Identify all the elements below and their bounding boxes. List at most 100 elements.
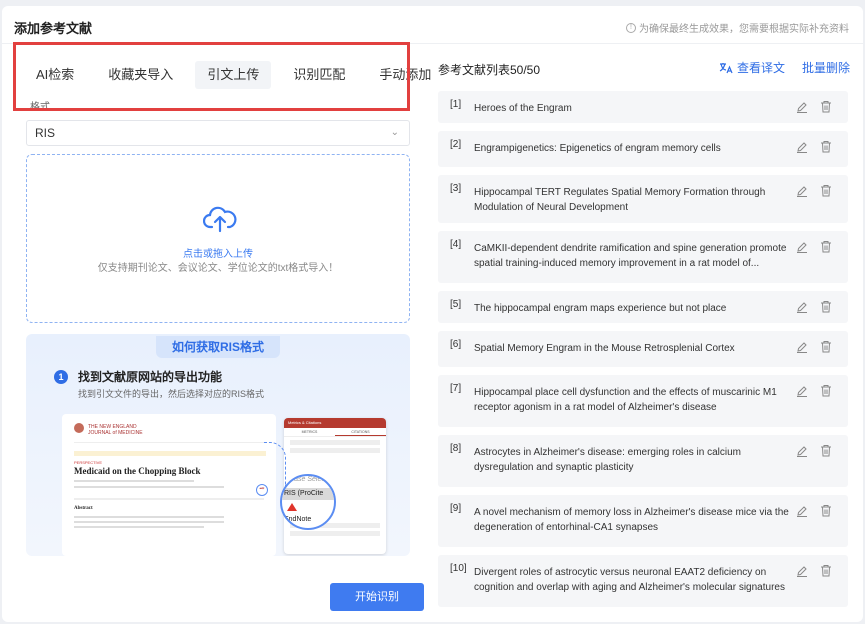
- info-icon: !: [626, 22, 636, 33]
- step-title: 找到文献原网站的导出功能: [78, 370, 223, 384]
- view-translation-button[interactable]: 查看译文: [719, 59, 785, 76]
- trash-icon[interactable]: [820, 140, 832, 153]
- article-section: PERSPECTIVE: [74, 460, 103, 465]
- popup-row: [290, 531, 380, 536]
- zoom-placeholder: Please Select: [284, 476, 327, 483]
- reference-list-title: 参考文献列表50/50: [438, 63, 541, 77]
- cite-icon: ❝❞: [256, 484, 268, 496]
- journal-name-line2: JOURNAL of MEDICINE: [88, 430, 143, 436]
- dialog-title: 添加参考文献: [14, 21, 93, 36]
- reference-number: [10]: [450, 563, 467, 574]
- step-description: 找到引文文件的导出，然后选择对应的RIS格式: [78, 389, 265, 399]
- reference-title: Astrocytes in Alzheimer's disease: emerg…: [474, 447, 742, 473]
- popup-header: Metrics & Citations: [284, 418, 386, 428]
- reference-number: [5]: [450, 299, 462, 310]
- article-meta-line: [74, 486, 224, 488]
- batch-delete-button[interactable]: 批量删除: [802, 59, 850, 76]
- trash-icon[interactable]: [820, 100, 832, 113]
- hint-text: 为确保最终生成效果，您需要根据实际补充资料: [639, 24, 849, 35]
- cloud-upload-icon: [203, 206, 237, 233]
- reference-item: [1] Heroes of the Engram: [438, 91, 848, 123]
- article-byline: [74, 480, 194, 482]
- edit-icon[interactable]: [796, 385, 808, 397]
- edit-icon[interactable]: [796, 565, 808, 577]
- trash-icon[interactable]: [820, 340, 832, 353]
- start-recognition-button[interactable]: 开始识别: [330, 583, 424, 611]
- popup-tab-metrics: METRICS: [301, 430, 318, 434]
- edit-icon[interactable]: [796, 101, 808, 113]
- import-tabs: AI检索 收藏夹导入 引文上传 识别匹配 手动添加: [24, 58, 453, 92]
- reference-title: The hippocampal engram maps experience b…: [474, 303, 727, 314]
- reference-number: [7]: [450, 383, 462, 394]
- trash-icon[interactable]: [820, 384, 832, 397]
- view-translation-label: 查看译文: [737, 61, 786, 75]
- reference-number: [3]: [450, 183, 462, 194]
- edit-icon[interactable]: [796, 445, 808, 457]
- reference-title: Divergent roles of astrocytic versus neu…: [474, 567, 785, 593]
- trash-icon[interactable]: [820, 184, 832, 197]
- edit-icon[interactable]: [796, 301, 808, 313]
- edit-icon[interactable]: [796, 241, 808, 253]
- format-select[interactable]: RIS ⌄: [26, 120, 410, 146]
- reference-number: [4]: [450, 239, 462, 250]
- article-divider: [74, 498, 264, 500]
- tab-ai-search[interactable]: AI检索: [24, 61, 86, 89]
- reference-title: CaMKII-dependent dendrite ramification a…: [474, 243, 787, 269]
- edit-icon[interactable]: [796, 185, 808, 197]
- chevron-down-icon: ⌄: [390, 127, 399, 138]
- ris-guide: 如何获取RIS格式 1 找到文献原网站的导出功能 找到引文文件的导出，然后选择对…: [26, 334, 410, 556]
- reference-item: [8] Astrocytes in Alzheimer's disease: em…: [438, 435, 848, 487]
- trash-icon[interactable]: [820, 504, 832, 517]
- reference-title: A novel mechanism of memory loss in Alzh…: [474, 507, 789, 533]
- translate-icon: [719, 62, 733, 73]
- guide-connector-line: [264, 442, 286, 486]
- trash-icon[interactable]: [820, 444, 832, 457]
- reference-title: Engrampigenetics: Epigenetics of engram …: [474, 143, 721, 154]
- step-number-badge: 1: [54, 370, 68, 384]
- upload-dropzone[interactable]: 点击或拖入上传 仅支持期刊论文、会议论文、学位论文的txt格式导入！: [26, 154, 410, 323]
- reference-number: [1]: [450, 99, 462, 110]
- format-label: 格式: [30, 102, 50, 113]
- popup-row: [290, 448, 380, 453]
- article-abstract-heading: Abstract: [74, 506, 93, 511]
- tab-manual-add[interactable]: 手动添加: [367, 61, 443, 89]
- reference-item: [6] Spatial Memory Engram in the Mouse Re…: [438, 331, 848, 367]
- popup-tab-citations: CITATIONS: [335, 428, 386, 436]
- guide-title: 如何获取RIS格式: [156, 336, 280, 358]
- zoom-option-ris: RIS (ProCite: [282, 488, 334, 500]
- reference-list: [1] Heroes of the Engram [2] Engrampigeneti…: [438, 91, 848, 615]
- tab-citation-upload[interactable]: 引文上传: [195, 61, 272, 89]
- add-reference-dialog: 添加参考文献 ! 为确保最终生成效果，您需要根据实际补充资料 AI检索 收藏夹导…: [2, 6, 863, 622]
- reference-item: [9] A novel mechanism of memory loss in A…: [438, 495, 848, 547]
- reference-title: Spatial Memory Engram in the Mouse Retro…: [474, 343, 735, 354]
- reference-item: [2] Engrampigenetics: Epigenetics of engr…: [438, 131, 848, 167]
- import-panel: AI检索 收藏夹导入 引文上传 识别匹配 手动添加 格式 RIS ⌄ 点击或拖入…: [14, 46, 431, 571]
- guide-screenshot-article: THE NEW ENGLAND JOURNAL of MEDICINE PERS…: [62, 414, 276, 556]
- edit-icon[interactable]: [796, 141, 808, 153]
- zoom-option-endnote: EndNote: [284, 516, 312, 523]
- reference-number: [8]: [450, 443, 462, 454]
- dialog-header: 添加参考文献 ! 为确保最终生成效果，您需要根据实际补充资料: [2, 6, 863, 44]
- abstract-line: [74, 526, 204, 528]
- trash-icon[interactable]: [820, 564, 832, 577]
- journal-banner: [74, 451, 266, 456]
- reference-item: [5] The hippocampal engram maps experienc…: [438, 291, 848, 323]
- article-headline: Medicaid on the Chopping Block: [74, 466, 201, 476]
- trash-icon[interactable]: [820, 240, 832, 253]
- popup-tabs: METRICS CITATIONS: [284, 428, 386, 437]
- reference-item: [10] Divergent roles of astrocytic versus…: [438, 555, 848, 607]
- journal-logo-icon: [74, 423, 84, 433]
- edit-icon[interactable]: [796, 505, 808, 517]
- journal-nav: [74, 442, 266, 454]
- upload-main-text: 点击或拖入上传: [183, 249, 253, 260]
- reference-item: [7] Hippocampal place cell dysfunction an…: [438, 375, 848, 427]
- journal-name: THE NEW ENGLAND JOURNAL of MEDICINE: [88, 424, 143, 436]
- reference-number: [9]: [450, 503, 462, 514]
- tab-favorites-import[interactable]: 收藏夹导入: [96, 61, 185, 89]
- tab-recognize-match[interactable]: 识别匹配: [281, 61, 357, 89]
- reference-title: Hippocampal TERT Regulates Spatial Memor…: [474, 187, 766, 213]
- reference-number: [6]: [450, 339, 462, 350]
- trash-icon[interactable]: [820, 300, 832, 313]
- reference-item: [4] CaMKII-dependent dendrite ramificatio…: [438, 231, 848, 283]
- edit-icon[interactable]: [796, 341, 808, 353]
